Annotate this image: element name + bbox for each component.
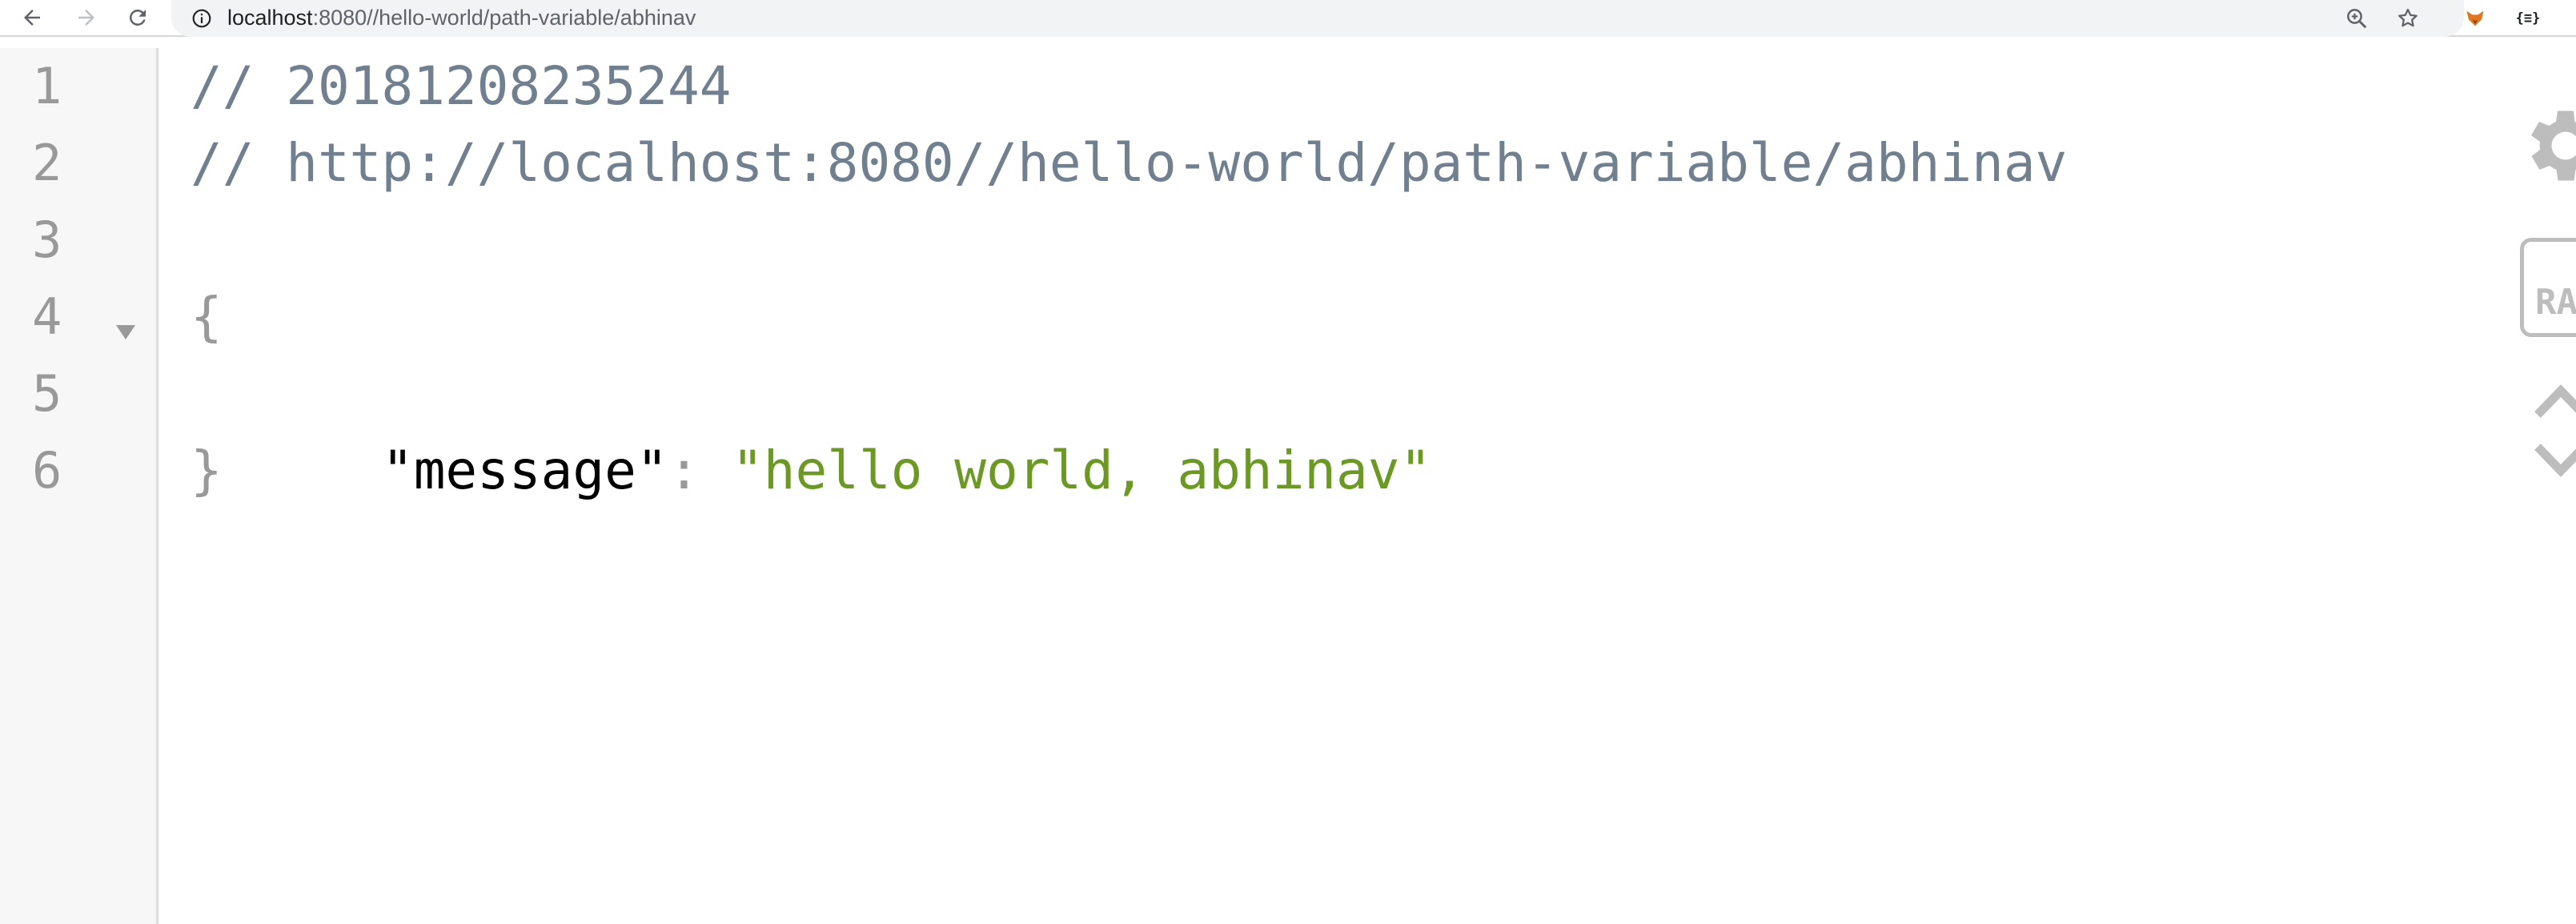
expand-all-button[interactable] [2530, 440, 2576, 482]
star-icon[interactable] [2393, 4, 2422, 33]
json-extension-icon[interactable]: {≡} [2514, 4, 2542, 33]
raw-button-label: RAW [2535, 282, 2576, 323]
json-key: "message" [381, 440, 668, 501]
line-number: 3 [32, 211, 62, 269]
back-button[interactable] [16, 2, 48, 34]
info-icon[interactable] [189, 6, 215, 31]
line-number-gutter: 1 2 3 4 5 6 [0, 48, 158, 924]
line-number: 1 [32, 57, 62, 115]
fold-toggle-icon[interactable] [114, 320, 138, 344]
settings-button[interactable] [2514, 98, 2576, 194]
raw-toggle-button[interactable]: RAW [2520, 238, 2576, 337]
json-colon: : [668, 440, 732, 501]
code-property-line: "message": "hello world, abhinav" [255, 356, 1431, 501]
code-comment-url: // http://localhost:8080//hello-world/pa… [191, 132, 2068, 194]
line-number: 4 [32, 287, 62, 346]
address-bar-url[interactable]: localhost:8080//hello-world/path-variabl… [227, 0, 696, 37]
json-viewer: 1 2 3 4 5 6 // 20181208235244 // http://… [0, 48, 2576, 924]
code-open-brace: { [191, 286, 223, 348]
collapse-all-button[interactable] [2530, 381, 2576, 423]
address-bar[interactable]: localhost:8080//hello-world/path-variabl… [171, 0, 2464, 37]
url-host: localhost [227, 6, 313, 30]
gear-icon [2531, 110, 2576, 181]
fox-extension-icon[interactable] [2461, 4, 2490, 33]
code-close-brace: } [191, 440, 223, 501]
reload-button[interactable] [122, 2, 154, 34]
line-number: 6 [32, 441, 62, 500]
json-string-value: "hello world, abhinav" [732, 440, 1432, 501]
arrow-right-icon [78, 10, 94, 26]
chevron-down-icon [2534, 444, 2576, 477]
reload-icon [129, 9, 146, 26]
code-comment-timestamp: // 20181208235244 [191, 55, 732, 117]
browser-toolbar: localhost:8080//hello-world/path-variabl… [0, 0, 2576, 37]
zoom-icon[interactable] [2342, 4, 2371, 33]
arrow-left-icon [24, 10, 40, 26]
url-path: :8080//hello-world/path-variable/abhinav [312, 6, 696, 30]
chevron-up-icon [2534, 384, 2576, 418]
line-number: 5 [32, 364, 62, 423]
line-number: 2 [32, 134, 62, 192]
forward-button[interactable] [70, 2, 102, 34]
